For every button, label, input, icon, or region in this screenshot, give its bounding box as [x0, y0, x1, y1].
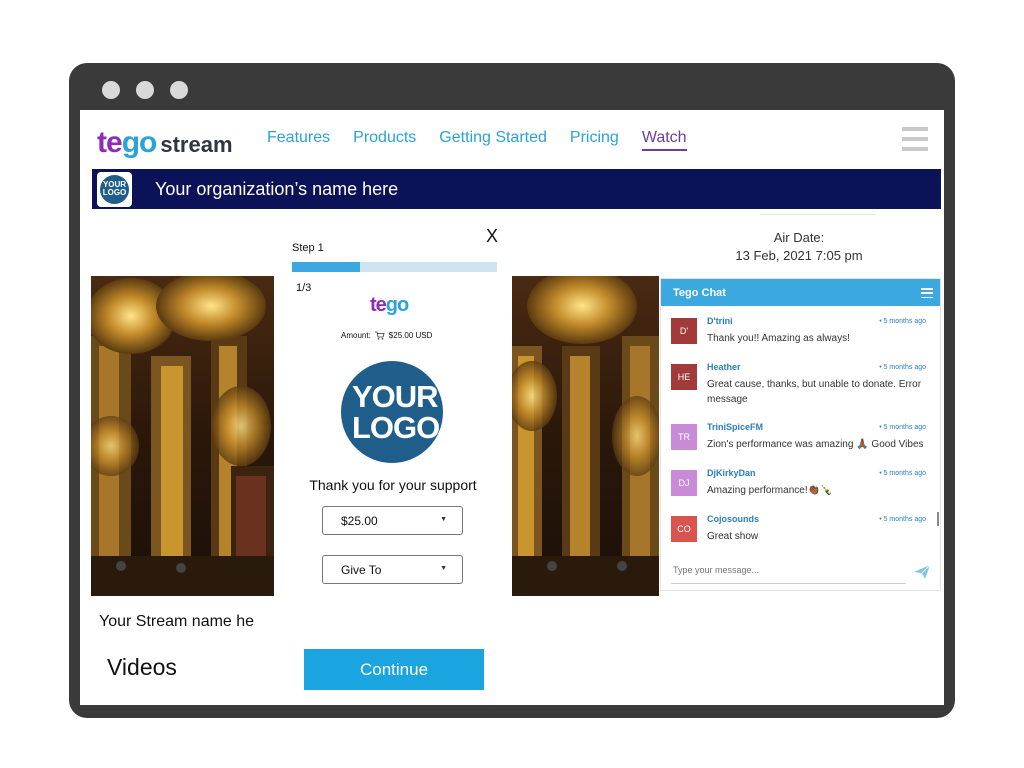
chat-timestamp: • 5 months ago: [879, 364, 926, 371]
chat-text: Great show: [707, 531, 759, 542]
chat-username[interactable]: TriniSpiceFM: [707, 422, 763, 432]
logo-stream-word: stream: [160, 132, 233, 157]
logo-te: te: [97, 126, 123, 159]
chat-text: Thank you!! Amazing as always!: [707, 333, 850, 344]
opera-interior-image: [512, 276, 659, 596]
step-progress-bar: [292, 262, 497, 272]
cart-icon: [374, 331, 385, 340]
chat-username[interactable]: Cojosounds: [707, 514, 759, 524]
chat-username[interactable]: D'trini: [707, 316, 733, 326]
logo-tego-word: tego: [97, 126, 158, 159]
chat-text: Amazing performance!👏🏾🍾: [707, 485, 833, 496]
organization-logo-placeholder: YOUR LOGO: [341, 361, 443, 463]
chat-timestamp: • 5 months ago: [879, 318, 926, 325]
stream-hero-image-right[interactable]: [512, 276, 659, 596]
org-logo: YOUR LOGO: [97, 171, 132, 207]
step-progress-fill: [292, 262, 360, 272]
tego-stream-logo[interactable]: tego stream: [97, 122, 233, 158]
logo-go: go: [121, 126, 158, 159]
chat-message: DJ DjKirkyDan • 5 months ago Amazing per…: [671, 468, 933, 502]
browser-frame: tego stream Features Products Getting St…: [69, 63, 955, 718]
nav-link-watch[interactable]: Watch: [641, 129, 687, 151]
chat-menu-icon[interactable]: [921, 288, 933, 298]
chat-message-input[interactable]: [673, 565, 873, 575]
chat-timestamp: • 5 months ago: [879, 516, 926, 523]
opera-interior-image: [91, 276, 274, 596]
chat-timestamp: • 5 months ago: [879, 470, 926, 477]
stream-name: Your Stream name he: [99, 613, 255, 630]
amount-row: Amount: $25.00 USD: [341, 331, 432, 340]
logo-placeholder-text: YOUR LOGO: [352, 379, 440, 445]
chat-scrollbar[interactable]: [937, 512, 939, 526]
amount-select-value: $25.00: [341, 513, 378, 528]
chat-text: Great cause, thanks, but unable to donat…: [707, 379, 922, 405]
send-icon[interactable]: [913, 564, 931, 580]
window-dot-2: [136, 81, 154, 99]
air-date-value: 13 Feb, 2021 7:05 pm: [735, 248, 863, 263]
top-nav: tego stream Features Products Getting St…: [80, 110, 944, 165]
nav-link-features[interactable]: Features: [267, 129, 330, 151]
avatar: DJ: [671, 470, 697, 496]
hamburger-menu-icon[interactable]: [902, 127, 928, 151]
thank-you-text: Thank you for your support: [309, 477, 477, 493]
chevron-down-icon: ▼: [440, 565, 447, 572]
chevron-down-icon: ▼: [440, 516, 447, 523]
step-label: Step 1: [292, 242, 324, 254]
amount-select[interactable]: $25.00 ▼: [322, 506, 463, 535]
nav-links: Features Products Getting Started Pricin…: [267, 129, 710, 151]
give-to-select[interactable]: Give To ▼: [322, 555, 463, 584]
nav-link-pricing[interactable]: Pricing: [570, 129, 619, 151]
close-modal-button[interactable]: X: [486, 226, 498, 247]
chat-text: Zion's performance was amazing 🙏🏾 Good V…: [707, 439, 924, 450]
organization-banner: YOUR LOGO Your organization’s name here: [92, 169, 941, 209]
chat-message: D' D'trini • 5 months ago Thank you!! Am…: [671, 316, 933, 350]
air-date-label: Air Date:: [773, 230, 825, 245]
chat-message: CO Cojosounds • 5 months ago Great show: [671, 514, 933, 548]
window-dot-1: [102, 81, 120, 99]
chat-title: Tego Chat: [673, 286, 726, 299]
organization-name: Your organization’s name here: [155, 178, 399, 199]
chat-message: HE Heather • 5 months ago Great cause, t…: [671, 362, 933, 408]
divider: [760, 214, 876, 215]
window-dot-3: [170, 81, 188, 99]
step-count: 1/3: [296, 282, 312, 294]
chat-header: Tego Chat: [661, 279, 940, 306]
avatar: HE: [671, 364, 697, 390]
nav-link-getting-started[interactable]: Getting Started: [439, 129, 547, 151]
videos-heading: Videos: [107, 654, 177, 680]
give-to-select-value: Give To: [341, 562, 382, 577]
stream-hero-image-left[interactable]: [91, 276, 274, 596]
chat-username[interactable]: DjKirkyDan: [707, 468, 756, 478]
amount-label: Amount:: [341, 331, 371, 340]
page-viewport: tego stream Features Products Getting St…: [80, 110, 944, 705]
avatar: CO: [671, 516, 697, 542]
amount-value: $25.00 USD: [388, 331, 433, 340]
tego-logo: tego: [370, 294, 409, 316]
nav-link-products[interactable]: Products: [353, 129, 416, 151]
chat-timestamp: • 5 months ago: [879, 424, 926, 431]
chat-panel: Tego Chat D' D'trini • 5 months ago Than…: [660, 278, 941, 591]
org-logo-badge: YOUR LOGO: [100, 174, 129, 204]
chat-input-underline: [671, 583, 906, 584]
chat-message: TR TriniSpiceFM • 5 months ago Zion's pe…: [671, 422, 933, 456]
continue-button[interactable]: Continue: [304, 649, 484, 690]
donation-modal: X Step 1 1/3 tego Amount: $25.00 USD YOU…: [274, 226, 512, 705]
avatar: TR: [671, 424, 697, 450]
avatar: D': [671, 318, 697, 344]
chat-username[interactable]: Heather: [707, 362, 741, 372]
